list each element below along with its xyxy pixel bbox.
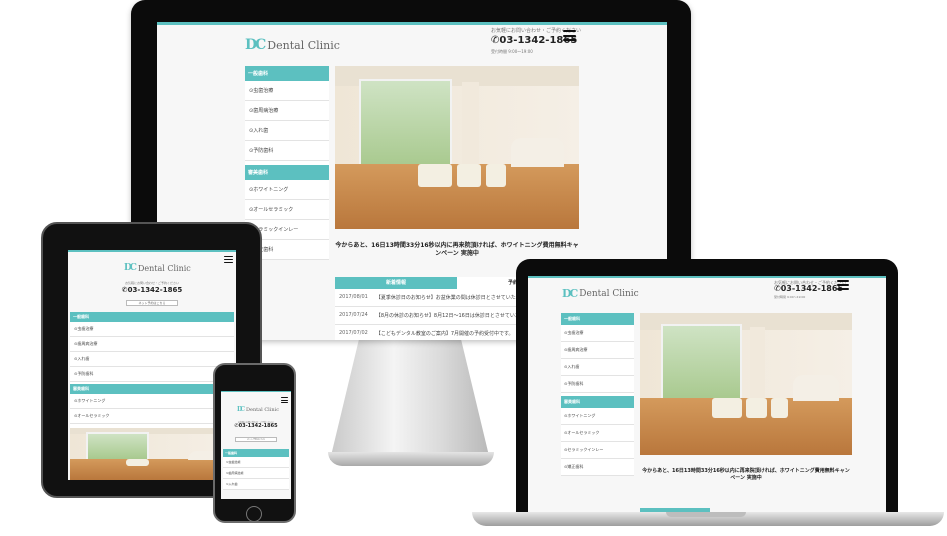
header-contact: お気軽にお問い合わせ・ご予約ください ✆03-1342-1865 [221,422,291,430]
sidebar-item[interactable]: ⊙セラミックインレー [561,442,634,459]
top-accent-bar [221,391,291,392]
sidebar-item[interactable]: ⊙虫歯治療 [70,322,234,337]
phone-number[interactable]: ✆03-1342-1865 [774,284,846,294]
sidebar-item[interactable]: ⊙予防歯科 [561,376,634,393]
sidebar-head-general: 一般歯科 [245,66,329,81]
laptop-notch [666,512,746,517]
imac-stand [330,340,490,460]
logo-text: Dental Clinic [267,38,340,52]
phone-number-text: 03-1342-1865 [127,285,183,294]
news-date: 2017/07/24 [339,312,368,318]
hamburger-icon[interactable] [563,30,576,41]
sidebar-item[interactable]: ⊙矯正歯科 [561,459,634,476]
reserve-button[interactable]: ネット予約はこちら [235,437,277,442]
sidebar-item[interactable]: ⊙入れ歯 [561,359,634,376]
phone-device: DC Dental Clinic お気軽にお問い合わせ・ご予約ください ✆03-… [213,363,296,523]
tablet-screen: DC Dental Clinic お気軽にお問い合わせ・ご予約ください ✆03-… [68,250,236,480]
sidebar-head-beauty: 審美歯科 [70,384,234,394]
responsive-mockup: DC Dental Clinic お気軽にお問い合わせ・ご予約ください ✆03-… [0,0,947,536]
sidebar-item[interactable]: ⊙予防歯科 [245,141,329,161]
sidebar-item[interactable]: ⊙歯周病治療 [70,337,234,352]
sidebar-item[interactable]: ⊙歯周病治療 [561,342,634,359]
sidebar-item[interactable]: ⊙オールセラミック [245,200,329,220]
sidebar-item[interactable]: ⊙虫歯治療 [223,457,289,468]
laptop-device: DC Dental Clinic お気軽にお問い合わせ・ご予約ください ✆03-… [516,259,898,512]
home-button[interactable] [246,506,262,522]
top-accent-bar [68,250,236,252]
phone-number[interactable]: ✆03-1342-1865 [221,423,291,430]
sidebar-head-general: 一般歯科 [561,313,634,325]
header-contact: お気軽にお問い合わせ・ご予約ください ✆03-1342-1865 受付時間 9:… [774,280,846,300]
top-accent-bar [157,22,667,25]
sidebar-item[interactable]: ⊙歯周病治療 [245,101,329,121]
tab-news[interactable]: 新着情報 [335,277,457,289]
logo-mark: DC [124,263,137,273]
logo[interactable]: DC Dental Clinic [237,406,279,413]
logo-text: Dental Clinic [245,406,279,413]
sidebar-item[interactable]: ⊙虫歯治療 [245,81,329,101]
sidebar-item[interactable]: ⊙入れ歯 [245,121,329,141]
reserve-button[interactable]: ネット予約はこちら [126,300,178,306]
sidebar-menu: 一般歯科 ⊙虫歯治療 ⊙歯周病治療 ⊙入れ歯 [223,449,289,490]
sidebar-item[interactable]: ⊙オールセラミック [561,425,634,442]
clinic-interior-photo [335,66,579,229]
campaign-banner: 今からあと、16日13時間33分16秒以内に再来院頂ければ、ホワイトニング費用無… [335,242,579,258]
logo-mark: DC [562,287,578,300]
hamburger-icon[interactable] [281,397,288,403]
sidebar-item[interactable]: ⊙入れ歯 [223,479,289,490]
header-contact: お気軽にお問い合わせ・ご予約ください ✆03-1342-1865 [68,281,236,294]
sidebar-head-beauty: 審美歯科 [245,165,329,180]
hamburger-icon[interactable] [837,280,849,290]
logo[interactable]: DC Dental Clinic [562,287,639,300]
sidebar-item[interactable]: ⊙ホワイトニング [561,408,634,425]
sidebar-head-beauty: 審美歯科 [561,396,634,408]
top-accent-bar [528,276,886,278]
imac-stand-base [328,452,494,466]
logo-mark: DC [237,406,245,413]
sidebar-menu: 一般歯科 ⊙虫歯治療 ⊙歯周病治療 ⊙入れ歯 ⊙予防歯科 審美歯科 ⊙ホワイトニ… [561,313,634,476]
logo[interactable]: DC Dental Clinic [245,37,340,53]
clinic-interior-photo [70,428,234,480]
sidebar-item[interactable]: ⊙ホワイトニング [245,180,329,200]
phone-number[interactable]: ✆03-1342-1865 [68,286,236,294]
sidebar-item[interactable]: ⊙オールセラミック [70,409,234,424]
campaign-banner: 今からあと、16日13時間33分16秒以内に再来院頂ければ、ホワイトニング費用無… [642,468,850,481]
hamburger-icon[interactable] [224,256,233,263]
phone-number-text: 03-1342-1865 [238,423,278,430]
logo[interactable]: DC Dental Clinic [124,263,191,273]
sidebar-head-general: 一般歯科 [223,449,289,457]
news-text: 【こどもデンタル教室のご案内】7月開催の予約受付中です。 [375,331,514,337]
sidebar-item[interactable]: ⊙ホワイトニング [70,394,234,409]
reception-hours: 受付時間 9:00〜19:00 [491,48,533,54]
news-tab-edge [640,508,710,512]
reception-hours: 受付時間 9:00〜19:00 [774,295,806,300]
sidebar-item[interactable]: ⊙歯周病治療 [223,468,289,479]
sidebar-item[interactable]: ⊙入れ歯 [70,352,234,367]
logo-text: Dental Clinic [579,288,639,299]
news-date: 2017/07/02 [339,330,368,336]
sidebar-item[interactable]: ⊙予防歯科 [70,367,234,382]
clinic-interior-photo [640,313,852,455]
logo-mark: DC [245,37,266,53]
phone-number-text: 03-1342-1865 [780,284,844,294]
phone-screen: DC Dental Clinic お気軽にお問い合わせ・ご予約ください ✆03-… [221,391,291,499]
laptop-screen: DC Dental Clinic お気軽にお問い合わせ・ご予約ください ✆03-… [528,276,886,512]
sidebar-head-general: 一般歯科 [70,312,234,322]
news-date: 2017/08/01 [339,294,368,300]
logo-text: Dental Clinic [137,263,191,273]
sidebar-item[interactable]: ⊙虫歯治療 [561,325,634,342]
